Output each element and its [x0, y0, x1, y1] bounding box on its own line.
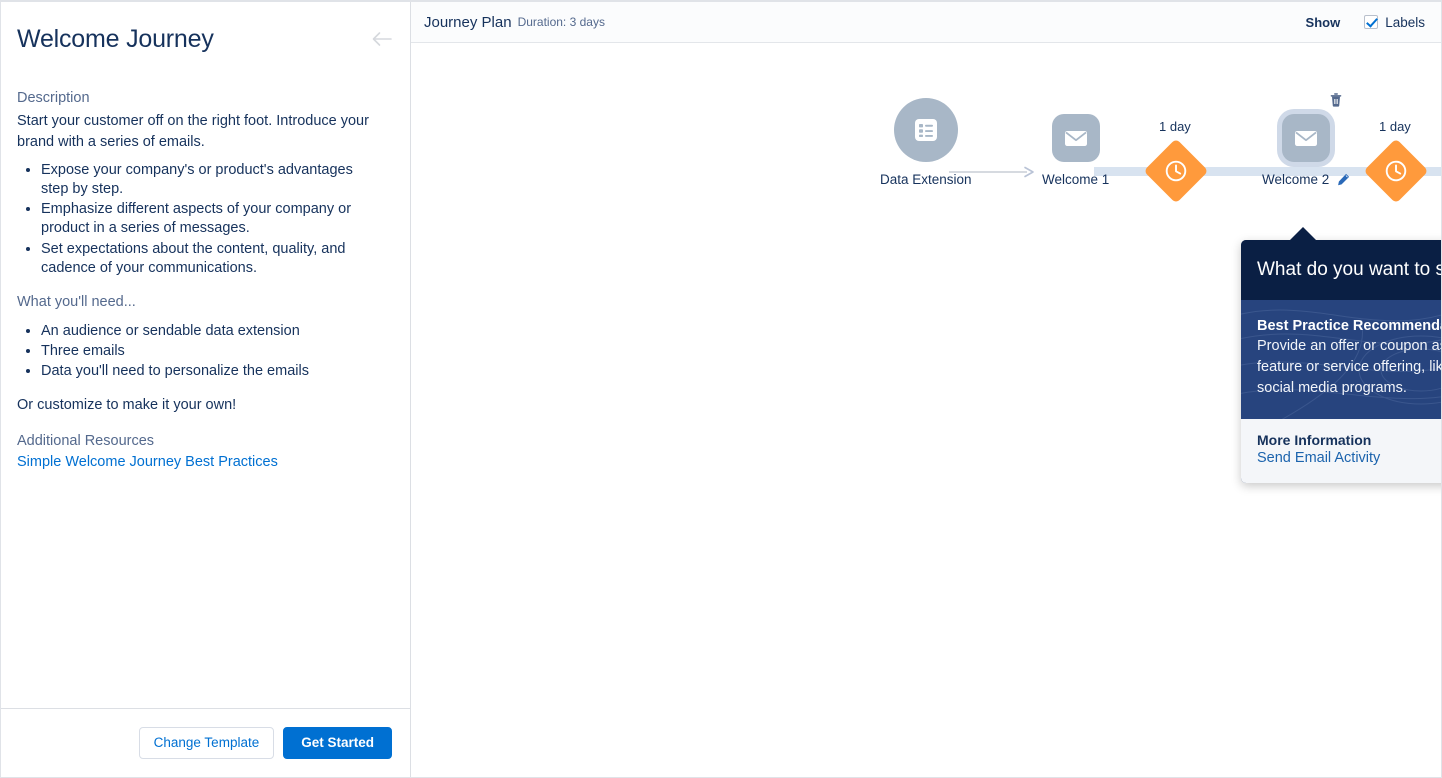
node-shape[interactable]: [893, 98, 958, 162]
popover-title: What do you want to say?: [1257, 259, 1441, 280]
wait-label-2: 1 day: [1379, 119, 1411, 134]
checkbox-checked-icon[interactable]: [1364, 15, 1379, 29]
best-practices-link[interactable]: Simple Welcome Journey Best Practices: [17, 452, 278, 473]
envelope-icon: [1295, 131, 1318, 146]
best-practice-popover: What do you want to say?: [1241, 227, 1441, 484]
list-item: Set expectations about the content, qual…: [41, 240, 382, 278]
journey-plan-title: Journey Plan: [424, 13, 512, 31]
popover-body-text: Provide an offer or coupon as a thank yo…: [1257, 338, 1441, 397]
description-label: Description: [17, 90, 90, 106]
app-window: Welcome Journey Description Start your c…: [0, 0, 1442, 778]
node-welcome-1[interactable]: Welcome 1: [1042, 114, 1109, 187]
popover-body: Best Practice Recommendation Provide an …: [1241, 300, 1441, 420]
needs-bullet-list: An audience or sendable data extension T…: [17, 322, 382, 381]
popover-header: What do you want to say?: [1241, 240, 1441, 300]
envelope-icon: [1064, 131, 1087, 146]
node-shape[interactable]: [1051, 114, 1100, 162]
description-bullet-list: Expose your company's or product's advan…: [17, 161, 382, 278]
node-label: Welcome 2: [1262, 172, 1350, 187]
pencil-icon[interactable]: [1337, 173, 1350, 186]
trash-icon[interactable]: [1328, 92, 1344, 108]
node-data-extension[interactable]: Data Extension: [880, 98, 972, 187]
page-title: Welcome Journey: [17, 25, 214, 53]
send-email-activity-link[interactable]: Send Email Activity: [1257, 450, 1380, 466]
needs-label: What you'll need...: [17, 293, 136, 310]
additional-resources-label: Additional Resources: [17, 433, 155, 450]
sidebar-footer: Change Template Get Started: [1, 708, 410, 777]
list-item: Three emails: [41, 342, 382, 361]
node-wait-2[interactable]: [1363, 138, 1429, 204]
list-item: An audience or sendable data extension: [41, 322, 382, 341]
clock-icon: [1164, 159, 1188, 183]
list-item: Expose your company's or product's advan…: [41, 161, 382, 199]
list-icon: [914, 119, 937, 141]
clock-icon: [1384, 159, 1408, 183]
popover-body-heading: Best Practice Recommendation: [1257, 318, 1441, 334]
list-item: Emphasize different aspects of your comp…: [41, 200, 382, 238]
node-shape[interactable]: [1143, 138, 1209, 204]
node-label: Data Extension: [880, 172, 972, 187]
journey-plan-header: Journey Plan Duration: 3 days Show Label…: [411, 2, 1441, 43]
wait-label-1: 1 day: [1159, 119, 1191, 134]
node-shape[interactable]: [1363, 138, 1429, 204]
list-item: Data you'll need to personalize the emai…: [41, 362, 382, 381]
labels-checkbox-label: Labels: [1385, 14, 1425, 30]
template-details-sidebar: Welcome Journey Description Start your c…: [1, 2, 411, 777]
description-body: Start your customer off on the right foo…: [17, 113, 369, 151]
get-started-button[interactable]: Get Started: [283, 727, 392, 759]
show-label: Show: [1305, 14, 1341, 30]
popover-nub: [1289, 227, 1317, 241]
popover-footer: More Information Send Email Activity: [1241, 419, 1441, 484]
journey-plan-panel: Journey Plan Duration: 3 days Show Label…: [411, 2, 1441, 777]
node-wait-1[interactable]: [1143, 138, 1209, 204]
header-controls: Show Labels: [1306, 15, 1425, 30]
journey-canvas[interactable]: Data Extension Welcome 1 1 day Welcome 2…: [411, 43, 1441, 777]
more-information-label: More Information: [1257, 432, 1372, 449]
journey-duration: Duration: 3 days: [517, 15, 605, 29]
node-label: Welcome 1: [1042, 172, 1110, 187]
labels-checkbox[interactable]: Labels: [1364, 15, 1425, 30]
node-shape[interactable]: [1282, 93, 1342, 162]
sidebar-content: Welcome Journey Description Start your c…: [1, 2, 410, 708]
node-welcome-2[interactable]: Welcome 2: [1262, 93, 1350, 187]
change-template-button[interactable]: Change Template: [138, 727, 275, 759]
customize-line: Or customize to make it your own!: [17, 397, 237, 414]
arrow-left-icon[interactable]: [370, 30, 394, 48]
